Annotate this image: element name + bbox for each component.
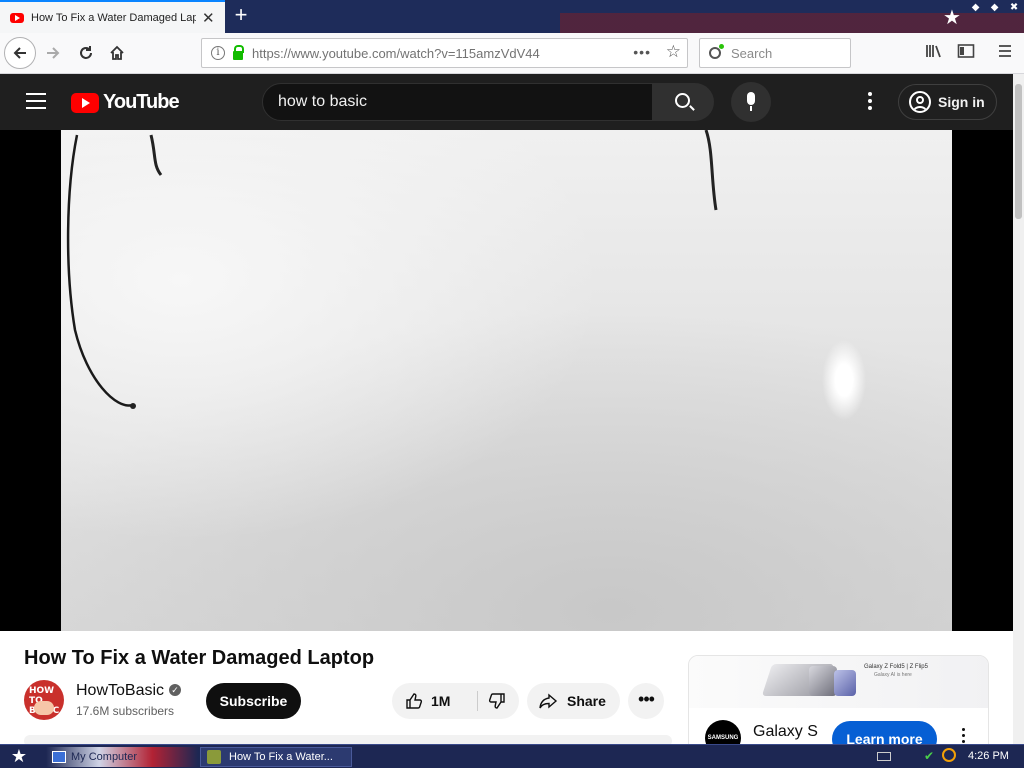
back-arrow-icon <box>13 47 26 59</box>
keyboard-tray-icon[interactable] <box>877 752 891 761</box>
ad-banner-text: Galaxy Z Fold5 | Z Flip5 <box>864 664 928 670</box>
network-tray-icon[interactable]: ✔ <box>924 749 936 763</box>
avatar-image <box>34 701 54 715</box>
youtube-search-input[interactable] <box>278 93 638 111</box>
forward-button[interactable] <box>38 38 68 68</box>
ad-banner-image[interactable]: Galaxy Z Fold5 | Z Flip5 Galaxy AI is he… <box>689 656 988 708</box>
description-box[interactable] <box>24 735 672 744</box>
channel-avatar[interactable]: HOW TO BASIC <box>24 680 64 720</box>
tab-close-icon[interactable]: ✕ <box>202 9 215 27</box>
page-scrollbar[interactable] <box>1013 74 1024 744</box>
browser-search-box[interactable] <box>699 38 851 68</box>
back-button[interactable] <box>4 37 36 69</box>
microphone-icon <box>747 92 755 111</box>
reload-button[interactable] <box>71 38 101 68</box>
youtube-search-box[interactable] <box>262 83 653 121</box>
share-label: Share <box>567 693 606 709</box>
subscriber-count: 17.6M subscribers <box>76 704 175 718</box>
youtube-logo[interactable]: YouTube <box>71 91 180 114</box>
video-frame[interactable] <box>61 130 952 631</box>
site-info-icon[interactable]: i <box>211 46 225 60</box>
youtube-play-icon <box>71 92 99 113</box>
voice-search-button[interactable] <box>731 82 771 122</box>
reload-icon <box>80 46 92 59</box>
taskbar-item-label: How To Fix a Water... <box>229 751 333 763</box>
youtube-search-button[interactable] <box>653 83 714 121</box>
like-button[interactable]: 1M <box>392 683 477 719</box>
advertiser-logo[interactable]: SAMSUNG <box>705 720 741 744</box>
menu-hamburger-icon[interactable] <box>995 43 1015 63</box>
scrollbar-thumb[interactable] <box>1015 84 1022 219</box>
close-window-icon[interactable]: ✖ <box>1010 2 1018 20</box>
start-button-star-icon[interactable]: ★ <box>0 745 38 768</box>
taskbar-item-browser[interactable]: How To Fix a Water... <box>200 747 352 767</box>
settings-kebab-icon[interactable] <box>862 92 878 112</box>
home-icon <box>110 45 124 60</box>
tab-title: How To Fix a Water Damaged Laptop <box>31 11 196 24</box>
share-button[interactable]: Share <box>527 683 620 719</box>
search-engine-icon <box>709 44 724 59</box>
ad-product-image <box>809 666 837 696</box>
system-clock[interactable]: 4:26 PM <box>968 750 1009 762</box>
ad-banner-subtext: Galaxy AI is here <box>874 672 912 678</box>
ad-title[interactable]: Galaxy S <box>753 723 818 741</box>
youtube-favicon-icon <box>10 12 24 23</box>
page-actions-icon[interactable]: ••• <box>633 44 651 60</box>
forward-arrow-icon <box>47 47 60 59</box>
browser-tab-active[interactable]: How To Fix a Water Damaged Laptop ✕ <box>0 0 225 33</box>
channel-name[interactable]: HowToBasic <box>76 682 164 700</box>
verified-check-icon: ✓ <box>169 684 181 696</box>
youtube-logo-text: YouTube <box>103 91 180 113</box>
browser-search-input[interactable] <box>731 45 841 61</box>
browser-tab-strip: How To Fix a Water Damaged Laptop ✕ + ★ … <box>0 0 1024 33</box>
watch-metadata: How To Fix a Water Damaged Laptop HOW TO… <box>0 631 1013 744</box>
youtube-masthead: YouTube Sign in <box>0 74 1013 130</box>
address-bar[interactable]: i https://www.youtube.com/watch?v=115amz… <box>201 38 688 68</box>
like-dislike-group: 1M <box>392 683 519 719</box>
water-stream-graphic <box>66 130 718 409</box>
window-controls: ◆ ◆ ✖ <box>966 2 1024 20</box>
library-icon[interactable] <box>924 43 944 63</box>
browser-toolbar: i https://www.youtube.com/watch?v=115amz… <box>0 33 1024 74</box>
account-circle-icon <box>909 91 931 113</box>
like-count: 1M <box>431 693 451 709</box>
video-player[interactable] <box>0 130 1013 631</box>
taskbar-item-my-computer[interactable]: My Computer <box>46 747 198 767</box>
guide-menu-icon[interactable] <box>26 93 46 109</box>
bookmark-star-icon[interactable]: ☆ <box>666 42 681 62</box>
sign-in-label: Sign in <box>938 94 985 110</box>
search-tray-icon[interactable] <box>942 748 956 762</box>
dislike-button[interactable] <box>478 683 519 719</box>
more-actions-button[interactable]: ••• <box>628 683 664 719</box>
home-button[interactable] <box>102 38 132 68</box>
theme-star-icon: ★ <box>943 7 961 29</box>
ad-menu-kebab-icon[interactable] <box>959 728 967 744</box>
learn-more-button[interactable]: Learn more <box>832 721 937 744</box>
ad-product-image <box>834 670 856 696</box>
sign-in-button[interactable]: Sign in <box>898 84 997 120</box>
taskbar-item-label: My Computer <box>71 751 138 763</box>
url-text[interactable]: https://www.youtube.com/watch?v=115amzVd… <box>252 46 540 61</box>
secure-lock-icon <box>233 44 244 60</box>
video-title: How To Fix a Water Damaged Laptop <box>24 647 375 669</box>
sidebar-icon[interactable] <box>956 43 976 63</box>
minimize-icon[interactable]: ◆ <box>972 2 980 20</box>
subscribe-button[interactable]: Subscribe <box>206 683 301 719</box>
maximize-icon[interactable]: ◆ <box>991 2 999 20</box>
share-arrow-icon <box>539 693 558 709</box>
sponsored-ad-card[interactable]: Galaxy Z Fold5 | Z Flip5 Galaxy AI is he… <box>688 655 989 744</box>
thumbs-up-icon <box>406 693 423 709</box>
search-icon <box>675 93 690 108</box>
computer-icon <box>52 751 66 763</box>
browser-app-icon <box>207 750 221 764</box>
thumbs-down-icon <box>488 693 505 709</box>
new-tab-button[interactable]: + <box>228 3 254 29</box>
os-taskbar: ★ My Computer How To Fix a Water... ✔ 4:… <box>0 744 1024 768</box>
